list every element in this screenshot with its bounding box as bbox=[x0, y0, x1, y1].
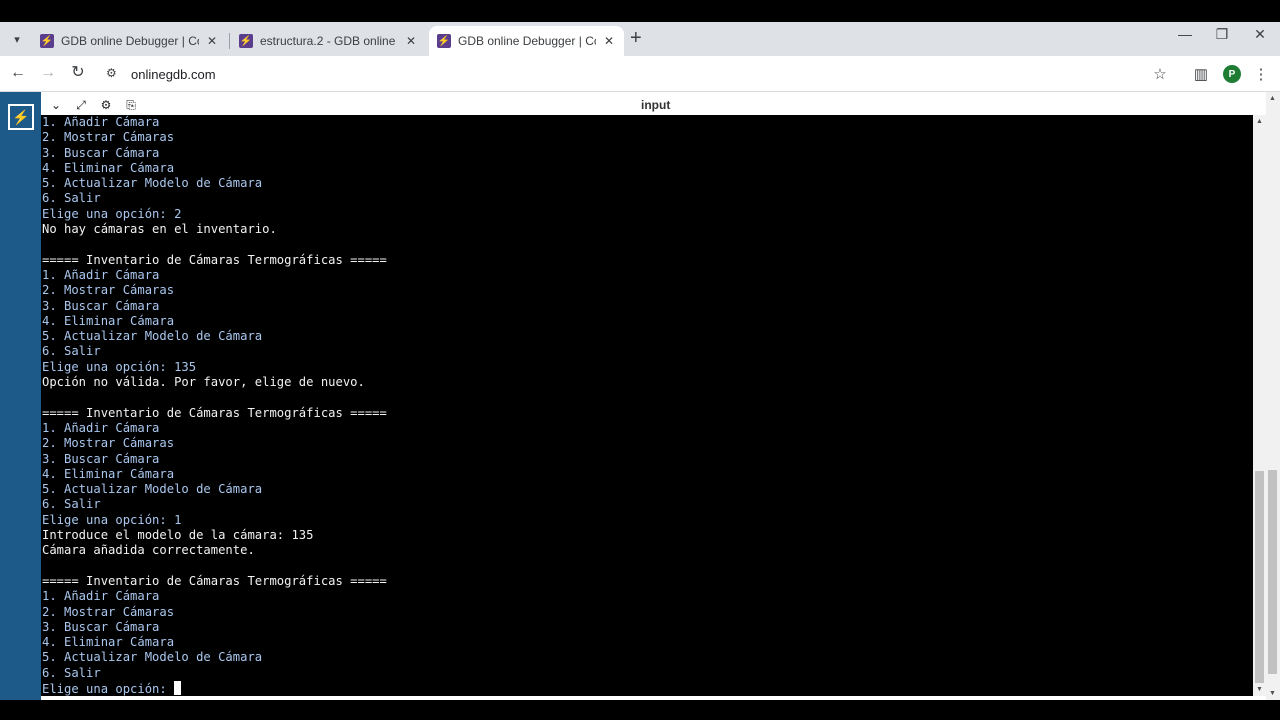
terminal-line: ===== Inventario de Cámaras Termográfica… bbox=[42, 405, 387, 420]
terminal-line: Elige una opción: 1 bbox=[42, 512, 182, 527]
terminal-output[interactable]: 1. Añadir Cámara 2. Mostrar Cámaras 3. Bus… bbox=[41, 115, 1253, 696]
terminal-line: 2. Mostrar Cámaras bbox=[42, 130, 175, 145]
terminal-line: No hay cámaras en el inventario. bbox=[42, 222, 277, 237]
page-content: ⚡ ⌄ ⤢ ⚙ ⎘ input 1. Añadir Cámara 2. Mostr… bbox=[0, 92, 1280, 720]
terminal-line: Introduce el modelo de la cámara: 135 bbox=[42, 528, 314, 543]
terminal-line: 3. Buscar Cámara bbox=[42, 451, 160, 466]
scrollbar-thumb[interactable] bbox=[1255, 471, 1264, 683]
io-panel-label: input bbox=[641, 98, 671, 112]
terminal-line: 2. Mostrar Cámaras bbox=[42, 436, 175, 451]
tab-title: GDB online Debugger | Compiler bbox=[458, 34, 596, 48]
expand-icon[interactable]: ⤢ bbox=[73, 98, 89, 113]
restore-icon[interactable]: ❐ bbox=[1207, 26, 1237, 43]
window-close-icon[interactable]: ✕ bbox=[1245, 26, 1275, 43]
scroll-down-icon[interactable]: ▼ bbox=[1253, 683, 1266, 696]
io-panel-header: ⌄ ⤢ ⚙ ⎘ input bbox=[41, 96, 1266, 115]
copy-icon[interactable]: ⎘ bbox=[123, 98, 139, 113]
left-sidebar: ⚡ bbox=[0, 92, 41, 700]
terminal-line: 5. Actualizar Modelo de Cámara bbox=[42, 482, 263, 497]
address-bar[interactable]: onlinegdb.com bbox=[131, 67, 216, 82]
terminal-line: 4. Eliminar Cámara bbox=[42, 466, 175, 481]
terminal-line: ===== Inventario de Cámaras Termográfica… bbox=[42, 573, 387, 588]
back-icon[interactable]: ← bbox=[8, 64, 28, 82]
terminal-line: 5. Actualizar Modelo de Cámara bbox=[42, 329, 263, 344]
tab-title: estructura.2 - GDB online Debugger bbox=[260, 34, 398, 48]
onlinegdb-favicon-icon: ⚡ bbox=[40, 34, 54, 48]
tab-gdb-1[interactable]: ⚡ GDB online Debugger | Compiler ✕ bbox=[32, 26, 227, 56]
terminal-line: 2. Mostrar Cámaras bbox=[42, 283, 175, 298]
tab-gdb-active[interactable]: ⚡ GDB online Debugger | Compiler ✕ bbox=[429, 26, 624, 56]
terminal-lines: 1. Añadir Cámara 2. Mostrar Cámaras 3. Bus… bbox=[42, 115, 387, 696]
terminal-line: 1. Añadir Cámara bbox=[42, 115, 160, 129]
terminal-line: 6. Salir bbox=[42, 191, 101, 206]
close-icon[interactable]: ✕ bbox=[404, 34, 418, 48]
terminal-line: 5. Actualizar Modelo de Cámara bbox=[42, 176, 263, 191]
scroll-up-icon[interactable]: ▲ bbox=[1266, 92, 1279, 105]
text-cursor bbox=[174, 680, 182, 695]
tab-separator bbox=[229, 33, 230, 49]
terminal-line: 1. Añadir Cámara bbox=[42, 267, 160, 282]
terminal-line: Elige una opción: 135 bbox=[42, 359, 197, 374]
terminal-line: 6. Salir bbox=[42, 665, 101, 680]
terminal-line: 5. Actualizar Modelo de Cámara bbox=[42, 650, 263, 665]
gear-icon[interactable]: ⚙ bbox=[98, 98, 114, 112]
terminal-line: 1. Añadir Cámara bbox=[42, 420, 160, 435]
terminal-line: 4. Eliminar Cámara bbox=[42, 635, 175, 650]
terminal-line: 3. Buscar Cámara bbox=[42, 145, 160, 160]
forward-icon[interactable]: → bbox=[38, 64, 58, 82]
close-icon[interactable]: ✕ bbox=[602, 34, 616, 48]
terminal-line: Elige una opción: 2 bbox=[42, 206, 182, 221]
bottom-strip bbox=[0, 700, 1280, 720]
browser-toolbar: ← → ↻ ⚙ onlinegdb.com ☆ ▥ P ⋮ bbox=[0, 56, 1280, 92]
scroll-down-icon[interactable]: ▼ bbox=[1266, 687, 1279, 700]
onlinegdb-favicon-icon: ⚡ bbox=[437, 34, 451, 48]
terminal-line: 2. Mostrar Cámaras bbox=[42, 604, 175, 619]
terminal-line: 6. Salir bbox=[42, 497, 101, 512]
terminal-line: Cámara añadida correctamente. bbox=[42, 543, 255, 558]
bookmark-star-icon[interactable]: ☆ bbox=[1150, 65, 1170, 83]
tab-strip: ▾ ⚡ GDB online Debugger | Compiler ✕ ⚡ e… bbox=[0, 22, 1280, 56]
reload-icon[interactable]: ↻ bbox=[68, 64, 88, 82]
terminal-scrollbar[interactable]: ▲ ▼ bbox=[1253, 115, 1266, 696]
terminal-line: 3. Buscar Cámara bbox=[42, 619, 160, 634]
onlinegdb-favicon-icon: ⚡ bbox=[239, 34, 253, 48]
site-info-icon[interactable]: ⚙ bbox=[106, 66, 122, 80]
profile-avatar[interactable]: P bbox=[1223, 65, 1241, 83]
terminal-line: 4. Eliminar Cámara bbox=[42, 160, 175, 175]
terminal-line: 4. Eliminar Cámara bbox=[42, 313, 175, 328]
close-icon[interactable]: ✕ bbox=[205, 34, 219, 48]
more-menu-icon[interactable]: ⋮ bbox=[1251, 65, 1271, 83]
terminal-line: 1. Añadir Cámara bbox=[42, 589, 160, 604]
scroll-up-icon[interactable]: ▲ bbox=[1253, 115, 1266, 128]
terminal-line: 3. Buscar Cámara bbox=[42, 298, 160, 313]
terminal-prompt-line[interactable]: Elige una opción: bbox=[42, 680, 387, 696]
tab-estructura[interactable]: ⚡ estructura.2 - GDB online Debugger ✕ bbox=[231, 26, 426, 56]
terminal-line: Opción no válida. Por favor, elige de nu… bbox=[42, 375, 365, 390]
terminal-line: 6. Salir bbox=[42, 344, 101, 359]
chevron-down-icon[interactable]: ⌄ bbox=[48, 98, 64, 112]
scrollbar-thumb[interactable] bbox=[1268, 470, 1277, 674]
tab-title: GDB online Debugger | Compiler bbox=[61, 34, 199, 48]
terminal-line: ===== Inventario de Cámaras Termográfica… bbox=[42, 252, 387, 267]
minimize-icon[interactable]: — bbox=[1170, 26, 1200, 42]
page-scrollbar[interactable]: ▲ ▼ bbox=[1266, 92, 1280, 700]
terminal-prompt: Elige una opción: bbox=[42, 681, 175, 696]
new-tab-button[interactable]: + bbox=[630, 28, 642, 48]
side-panel-icon[interactable]: ▥ bbox=[1191, 65, 1211, 83]
tab-search-icon[interactable]: ▾ bbox=[6, 29, 28, 49]
run-icon[interactable]: ⚡ bbox=[8, 104, 34, 130]
